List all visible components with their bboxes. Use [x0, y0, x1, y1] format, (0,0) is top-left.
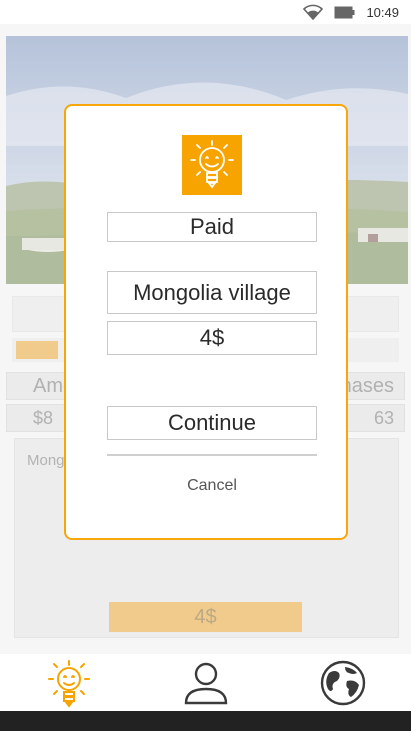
wifi-icon [302, 4, 324, 20]
continue-button[interactable]: Continue [107, 406, 317, 440]
tab-profile[interactable] [137, 654, 274, 711]
battery-icon [334, 6, 356, 19]
globe-icon [319, 659, 367, 707]
status-icons: 10:49 [302, 3, 399, 21]
status-bar: 10:49 [0, 0, 411, 24]
lightbulb-smile-icon [180, 133, 244, 197]
status-field: Paid [107, 212, 317, 242]
cancel-button[interactable]: Cancel [107, 472, 317, 500]
tab-home[interactable] [0, 654, 137, 711]
item-name-field: Mongolia village [107, 271, 317, 314]
purchase-dialog: Paid Mongolia village 4$ Continue Cancel [64, 104, 348, 540]
lightbulb-smile-icon [45, 658, 93, 708]
dialog-divider [107, 454, 317, 456]
tab-world[interactable] [274, 654, 411, 711]
price-field: 4$ [107, 321, 317, 355]
system-navigation-bar [0, 711, 411, 731]
person-icon [182, 659, 230, 707]
bottom-tab-bar [0, 654, 411, 711]
status-clock: 10:49 [366, 4, 399, 20]
